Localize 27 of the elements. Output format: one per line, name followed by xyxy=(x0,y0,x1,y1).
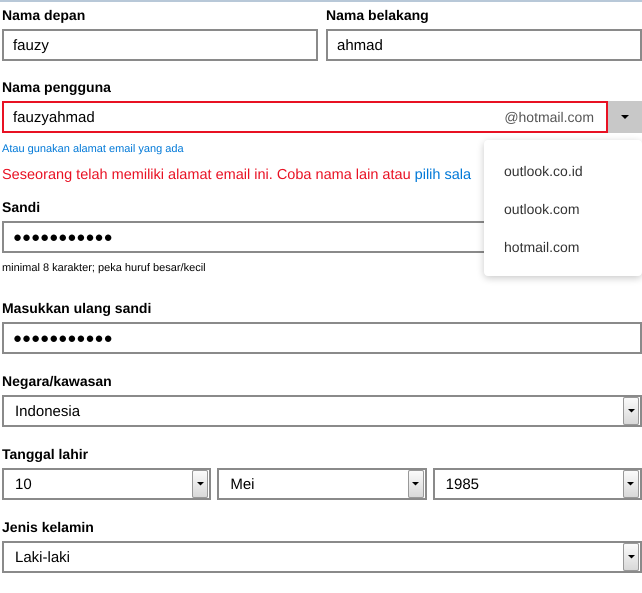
field-label: Sandi xyxy=(2,198,40,217)
username-field[interactable]: fauzyahmad @hotmail.com xyxy=(2,101,608,133)
field-label: Masukkan ulang sandi xyxy=(2,299,152,318)
caret-icon xyxy=(628,409,634,413)
year-select[interactable]: 1985 xyxy=(432,468,642,500)
field-label: Nama pengguna xyxy=(2,78,111,97)
field-label: Tanggal lahir xyxy=(2,445,88,464)
domain-dropdown-button[interactable] xyxy=(608,101,642,133)
field-label: Jenis kelamin xyxy=(2,518,94,537)
last-name-field[interactable]: ahmad xyxy=(326,29,642,61)
repeat-password-field[interactable]: ●●●●●●●●●●● xyxy=(2,322,642,354)
month-select[interactable]: Mei xyxy=(217,468,427,500)
choose-link[interactable]: pilih sala xyxy=(414,167,472,183)
country-select[interactable]: Indonesia xyxy=(2,395,642,427)
field-label: Negara/kawasan xyxy=(2,372,112,391)
password-hint: minimal 8 karakter; peka huruf besar/kecil xyxy=(2,262,207,274)
field-label: Nama depan xyxy=(2,6,86,25)
first-name-field[interactable]: fauzy xyxy=(2,29,318,61)
gender-select[interactable]: Laki-laki xyxy=(2,541,642,573)
caret-icon xyxy=(621,115,629,119)
caret-icon xyxy=(196,482,204,486)
day-select[interactable]: 10 xyxy=(2,468,212,500)
caret-icon xyxy=(628,555,634,559)
domain-option[interactable]: outlook.co.id xyxy=(484,154,642,192)
caret-icon xyxy=(627,482,634,486)
caret-icon xyxy=(412,482,420,486)
field-label: Nama belakang xyxy=(326,6,429,25)
